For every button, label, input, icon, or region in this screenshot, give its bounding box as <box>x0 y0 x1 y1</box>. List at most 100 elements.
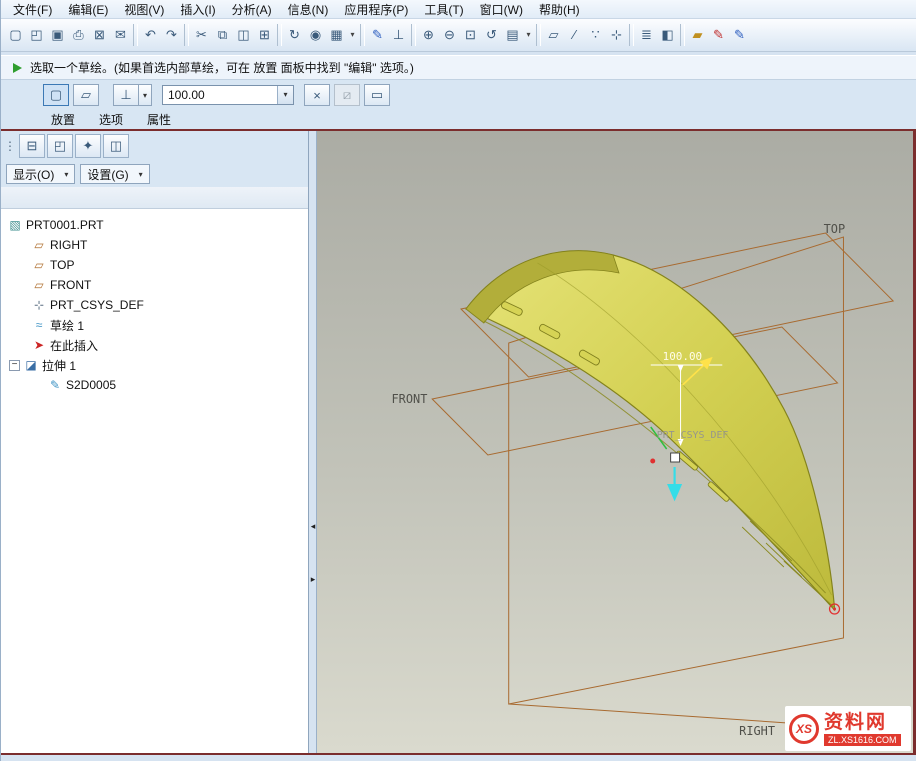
erase-display-icon[interactable]: ⊠ <box>89 23 110 47</box>
front-plane-label[interactable]: FRONT <box>392 392 428 406</box>
select-filter-icon[interactable]: ▦ <box>326 23 347 47</box>
sketch-endpoint-dot <box>833 608 836 611</box>
remove-material-icon[interactable]: ⧄ <box>334 84 360 106</box>
menu-item[interactable]: 视图(V) <box>116 0 172 18</box>
menu-item[interactable]: 窗口(W) <box>472 0 531 18</box>
views-dropdown-arrow[interactable]: ▾ <box>523 23 534 47</box>
toolbar-icon-glyph: ▦ <box>330 25 342 45</box>
csys-label[interactable]: PRT_CSYS_DEF <box>657 430 729 441</box>
dashboard-right-icons: × ⧄ ▭ <box>302 84 392 106</box>
tree-item[interactable]: ▧ PRT0001.PRT <box>1 215 308 235</box>
top-plane-label[interactable]: TOP <box>824 222 846 236</box>
repaint-icon[interactable]: ↺ <box>481 23 502 47</box>
tree-item[interactable]: ▱ TOP <box>1 255 308 275</box>
toolbar-icon-glyph: ✉ <box>115 25 126 45</box>
show-dropdown[interactable]: 显示(O) ▾ <box>6 164 75 184</box>
menu-item[interactable]: 帮助(H) <box>531 0 588 18</box>
combo-dropdown-arrow[interactable]: ▾ <box>277 86 293 104</box>
favorites-tab-icon[interactable]: ✦ <box>75 134 101 158</box>
separator <box>103 84 109 106</box>
menu-item[interactable]: 分析(A) <box>224 0 280 18</box>
menu-item[interactable]: 信息(N) <box>280 0 337 18</box>
menu-item[interactable]: 插入(I) <box>172 0 223 18</box>
settings-dropdown[interactable]: 设置(G) ▾ <box>80 164 149 184</box>
paste-special-icon[interactable]: ⊞ <box>254 23 275 47</box>
layers-icon[interactable]: ≣ <box>636 23 657 47</box>
depth-drag-handle[interactable] <box>671 453 680 462</box>
sketcher-pointer-icon[interactable]: ✎ <box>367 23 388 47</box>
history-tab-icon[interactable]: ◫ <box>103 134 129 158</box>
dashboard-tab[interactable]: 放置 <box>39 110 87 129</box>
datum-point-toggle-icon[interactable]: ∵ <box>585 23 606 47</box>
prompt-arrow-icon <box>13 63 22 73</box>
expand-panel-arrow[interactable]: ▸ <box>309 574 317 585</box>
panel-splitter[interactable]: ◂ ▸ <box>309 131 317 753</box>
collapse-panel-arrow[interactable]: ◂ <box>309 521 317 532</box>
depth-value-combo[interactable]: 100.00 ▾ <box>162 85 294 105</box>
sketcher-blue-pencil-icon[interactable]: ✎ <box>729 23 750 47</box>
tree-item-icon: ✎ <box>47 378 63 392</box>
tree-item[interactable]: ≈ 草绘 1 <box>1 315 308 335</box>
redo-icon[interactable]: ↷ <box>161 23 182 47</box>
tree-item[interactable]: ▱ FRONT <box>1 275 308 295</box>
tree-item-icon: ▱ <box>31 258 47 272</box>
extrude-model[interactable] <box>466 251 835 610</box>
sketcher-red-pencil-icon[interactable]: ✎ <box>708 23 729 47</box>
undo-icon[interactable]: ↶ <box>140 23 161 47</box>
cut-icon[interactable]: ✂ <box>191 23 212 47</box>
thicken-icon[interactable]: ▭ <box>364 84 390 106</box>
dashboard-tab[interactable]: 属性 <box>135 110 183 129</box>
prompt-bar: 选取一个草绘。(如果首选内部草绘，可在 放置 面板中找到 "编辑" 选项。) <box>1 55 916 80</box>
depth-dropdown-arrow[interactable]: ▾ <box>139 84 152 106</box>
annotation-toggle-icon[interactable]: ▰ <box>687 23 708 47</box>
tree-item[interactable]: ➤ 在此插入 <box>1 335 308 355</box>
dashboard-tab[interactable]: 选项 <box>87 110 135 129</box>
dimension-value[interactable]: 100.00 <box>663 350 702 363</box>
tree-expander[interactable]: − <box>9 360 20 371</box>
placement-panel-icon[interactable]: ▢ <box>43 84 69 106</box>
datum-axis-toggle-icon[interactable]: ∕ <box>564 23 585 47</box>
navigator-icon-glyph: ◰ <box>54 138 66 153</box>
folder-browser-tab-icon[interactable]: ◰ <box>47 134 73 158</box>
zoom-out-icon[interactable]: ⊖ <box>439 23 460 47</box>
tree-item-label: 草绘 1 <box>50 317 84 334</box>
tree-item[interactable]: ▱ RIGHT <box>1 235 308 255</box>
sketch-plane-icon[interactable]: ⊥ <box>388 23 409 47</box>
graphics-area[interactable]: 100.00 TOP FRONT RIGHT PRT_CSYS_DEF XS <box>317 131 916 753</box>
select-dropdown-arrow[interactable]: ▾ <box>347 23 358 47</box>
sketch-bubble-icon[interactable]: ▱ <box>73 84 99 106</box>
depth-value[interactable]: 100.00 <box>163 88 277 102</box>
flip-direction-icon[interactable]: × <box>304 84 330 106</box>
tree-item[interactable]: ✎ S2D0005 <box>1 375 308 395</box>
tree-item[interactable]: − ◪ 拉伸 1 <box>1 355 308 375</box>
mail-icon[interactable]: ✉ <box>110 23 131 47</box>
new-file-icon[interactable]: ▢ <box>5 23 26 47</box>
copy-icon[interactable]: ⧉ <box>212 23 233 47</box>
toolbar-icon-glyph: ✎ <box>734 25 745 45</box>
toolbar-icon-glyph: ▰ <box>693 25 703 45</box>
refit-icon[interactable]: ⊡ <box>460 23 481 47</box>
regenerate-icon[interactable]: ↻ <box>284 23 305 47</box>
csys-toggle-icon[interactable]: ⊹ <box>606 23 627 47</box>
paste-icon[interactable]: ◫ <box>233 23 254 47</box>
watermark: XS 资料网 ZL.XS1616.COM <box>785 706 911 751</box>
datum-plane-toggle-icon[interactable]: ▱ <box>543 23 564 47</box>
watermark-text-block: 资料网 ZL.XS1616.COM <box>824 712 901 746</box>
nav-grip-icon[interactable]: ⋮ <box>3 134 17 158</box>
print-icon[interactable]: ⎙ <box>68 23 89 47</box>
menu-item[interactable]: 编辑(E) <box>60 0 116 18</box>
menu-item[interactable]: 文件(F) <box>5 0 60 18</box>
open-file-icon[interactable]: ◰ <box>26 23 47 47</box>
find-icon[interactable]: ◉ <box>305 23 326 47</box>
zoom-in-icon[interactable]: ⊕ <box>418 23 439 47</box>
view-manager-icon[interactable]: ◧ <box>657 23 678 47</box>
menu-item[interactable]: 工具(T) <box>416 0 471 18</box>
show-dropdown-label: 显示(O) <box>13 166 54 183</box>
save-file-icon[interactable]: ▣ <box>47 23 68 47</box>
right-plane-label[interactable]: RIGHT <box>739 724 775 738</box>
menu-item[interactable]: 应用程序(P) <box>336 0 416 18</box>
depth-option-icon[interactable]: ⊥ <box>113 84 139 106</box>
tree-item[interactable]: ⊹ PRT_CSYS_DEF <box>1 295 308 315</box>
saved-views-icon[interactable]: ▤ <box>502 23 523 47</box>
model-tree-tab-icon[interactable]: ⊟ <box>19 134 45 158</box>
